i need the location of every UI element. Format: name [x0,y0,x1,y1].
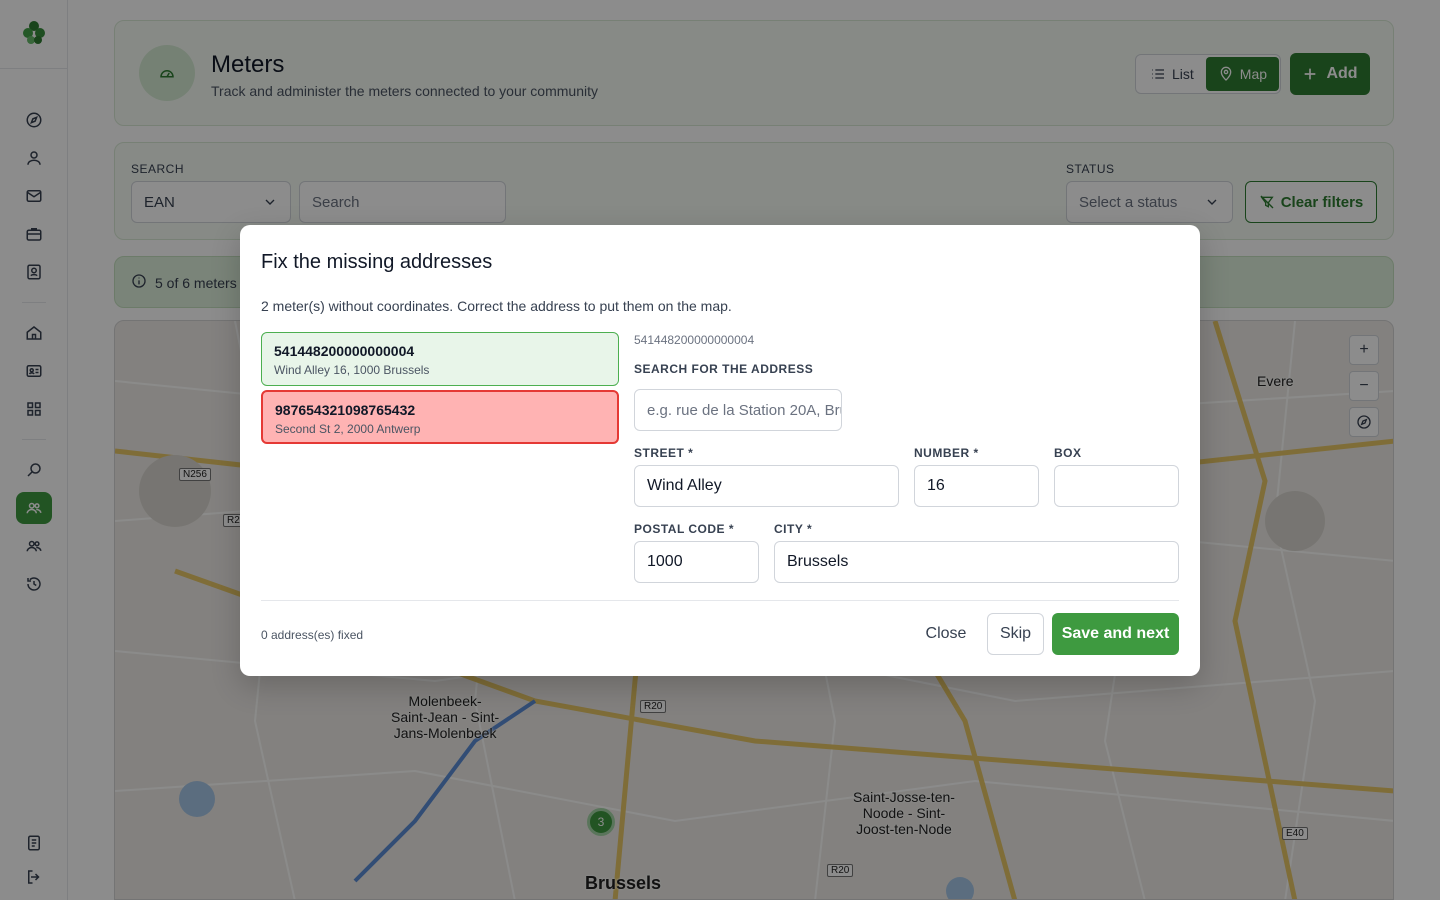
postal-code-label: POSTAL CODE * [634,522,735,536]
street-value: Wind Alley [647,477,722,494]
selected-meter-ean: 541448200000000004 [634,333,755,347]
save-and-next-button[interactable]: Save and next [1052,613,1179,655]
number-label: NUMBER * [914,446,979,460]
number-value: 16 [927,477,945,494]
meter-list-item[interactable]: 541448200000000004 Wind Alley 16, 1000 B… [261,332,619,386]
box-label: BOX [1054,446,1082,460]
city-value: Brussels [787,553,849,570]
city-label: CITY * [774,522,813,536]
address-search-label: SEARCH FOR THE ADDRESS [634,362,814,376]
dialog-description: 2 meter(s) without coordinates. Correct … [261,298,732,314]
street-label: STREET * [634,446,694,460]
close-button[interactable]: Close [916,613,976,655]
street-input[interactable]: Wind Alley [634,465,899,507]
city-input[interactable]: Brussels [774,541,1179,583]
meter-ean: 541448200000000004 [274,343,415,359]
skip-button[interactable]: Skip [987,613,1044,655]
address-search-input[interactable]: e.g. rue de la Station 20A, Brussels [634,389,842,431]
meter-ean: 987654321098765432 [275,402,416,418]
fix-addresses-dialog: Fix the missing addresses 2 meter(s) wit… [240,225,1200,676]
dialog-title: Fix the missing addresses [261,251,493,273]
meter-address: Second St 2, 2000 Antwerp [275,422,421,436]
dialog-divider [261,600,1179,601]
postal-code-value: 1000 [647,553,683,570]
number-input[interactable]: 16 [914,465,1039,507]
box-input[interactable] [1054,465,1179,507]
postal-code-input[interactable]: 1000 [634,541,759,583]
fixed-count: 0 address(es) fixed [261,628,364,642]
meter-list-item[interactable]: 987654321098765432 Second St 2, 2000 Ant… [261,390,619,444]
meter-address: Wind Alley 16, 1000 Brussels [274,363,430,377]
address-search-placeholder: e.g. rue de la Station 20A, Brussels [647,401,841,419]
